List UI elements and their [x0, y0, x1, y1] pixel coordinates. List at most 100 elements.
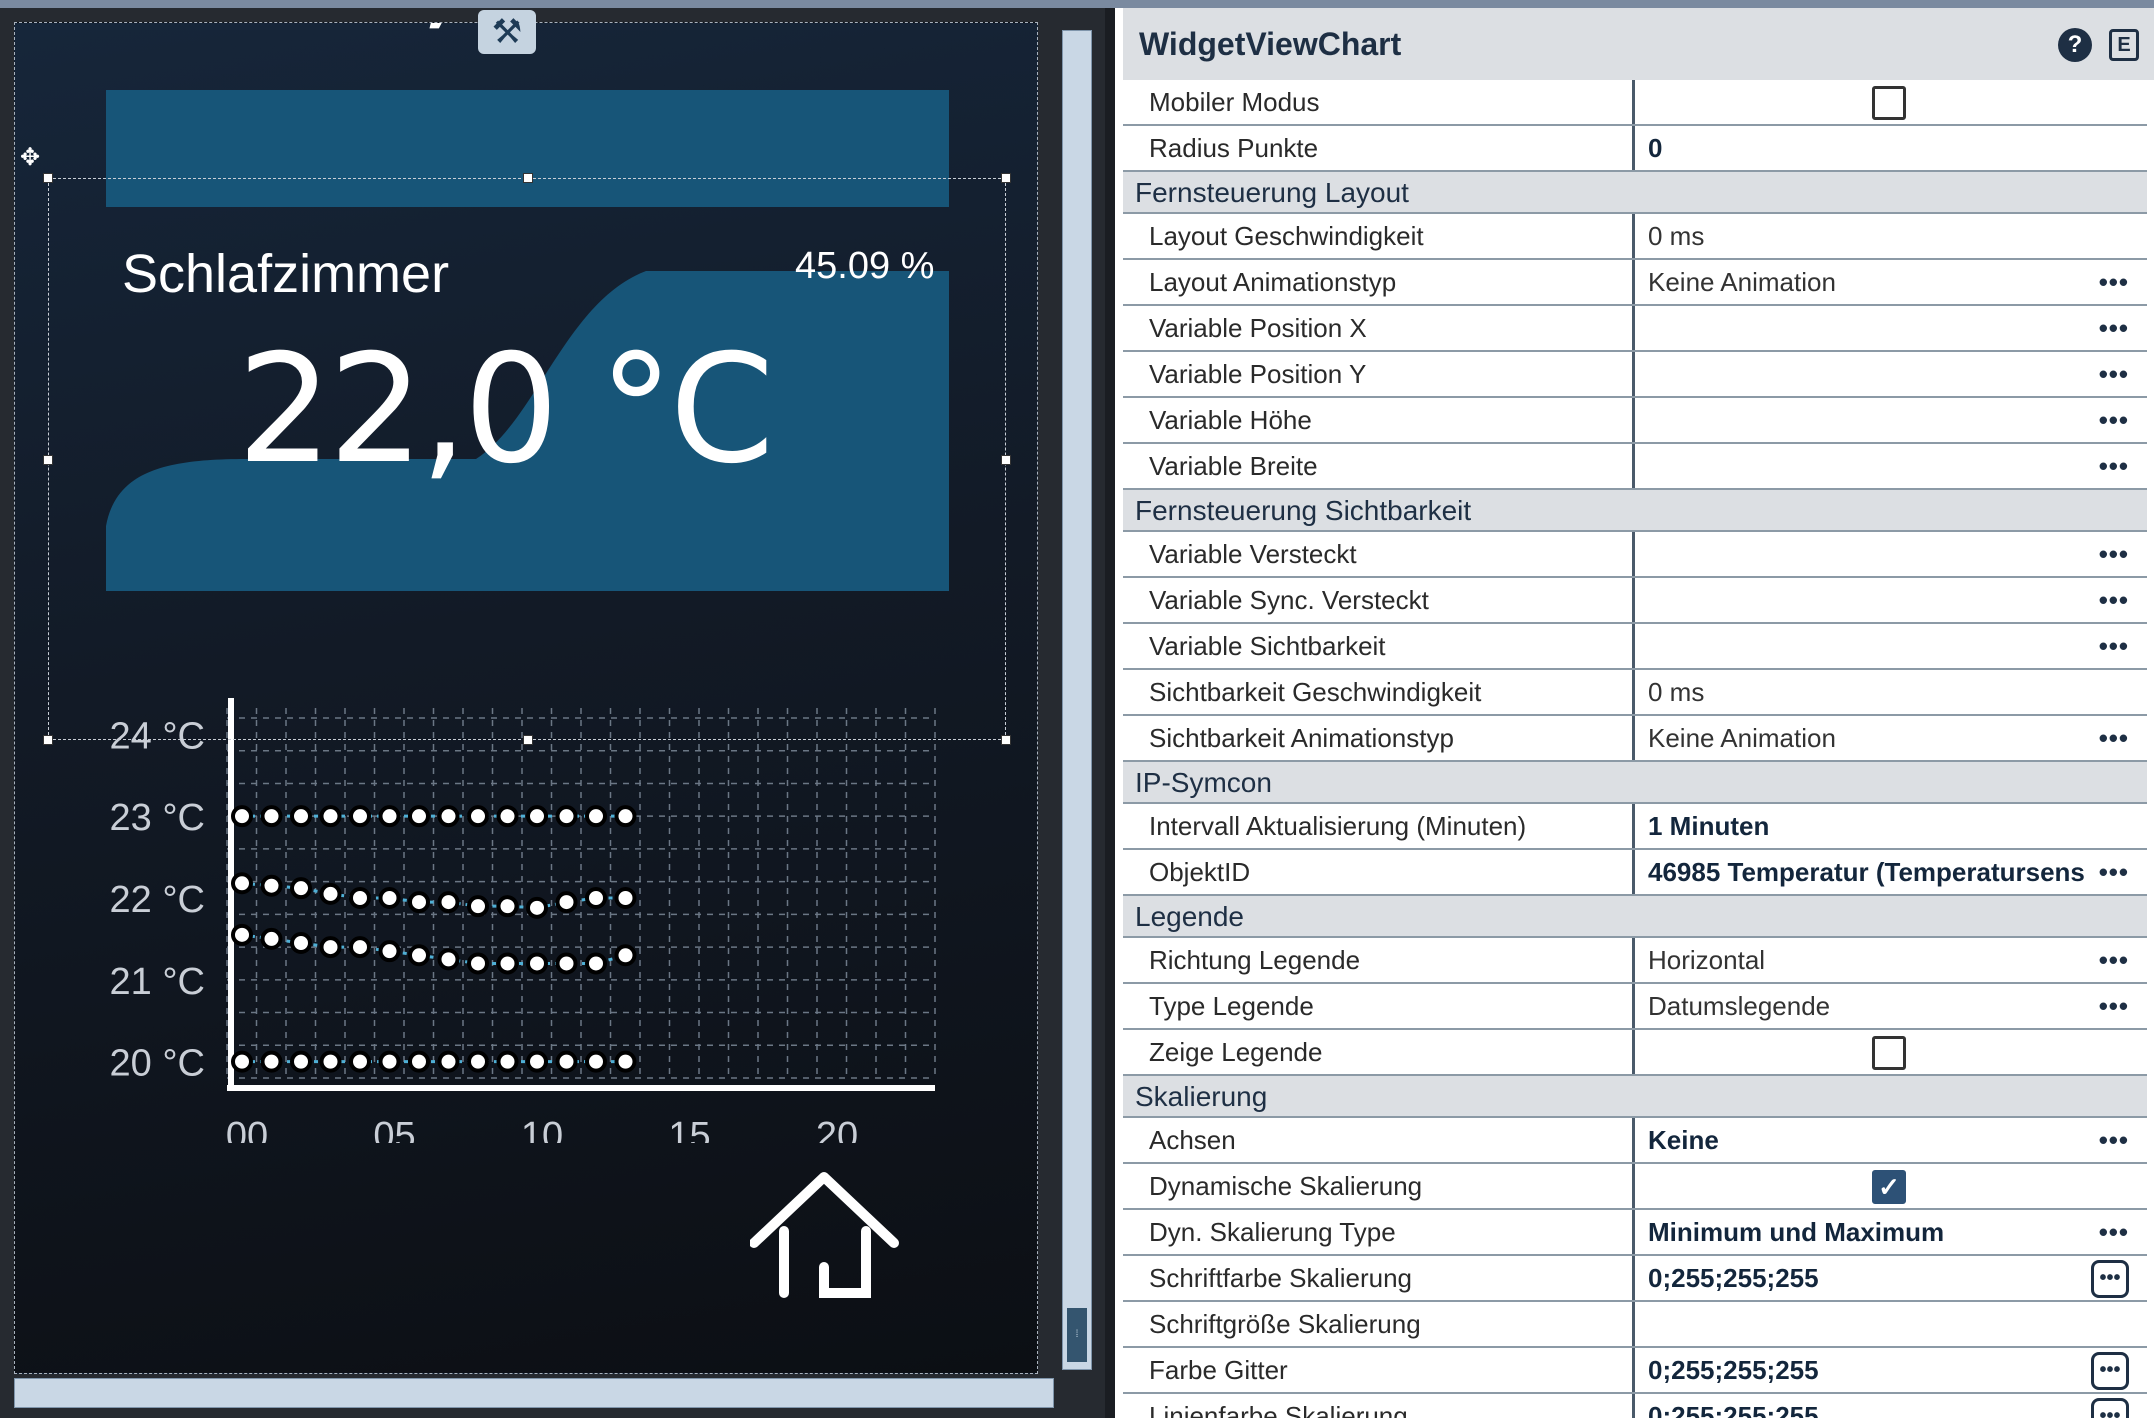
- property-value[interactable]: Keine Animation •••: [1635, 260, 2147, 304]
- data-point: [614, 1050, 637, 1073]
- more-options-icon[interactable]: •••: [2099, 1210, 2129, 1254]
- data-point: [585, 805, 607, 828]
- property-row-variable-breite[interactable]: Variable Breite •••: [1123, 444, 2147, 490]
- property-row-achsen[interactable]: Achsen Keine •••: [1123, 1118, 2147, 1164]
- more-options-icon[interactable]: •••: [2099, 716, 2129, 760]
- vertical-scrollbar[interactable]: [1062, 30, 1092, 1370]
- property-row-variable-sync-versteckt[interactable]: Variable Sync. Versteckt •••: [1123, 578, 2147, 624]
- property-value[interactable]: 0;255;255;255 •••: [1635, 1256, 2147, 1300]
- home-icon[interactable]: [750, 1171, 900, 1301]
- property-value[interactable]: [1635, 1030, 2147, 1074]
- more-options-icon[interactable]: •••: [2099, 444, 2129, 488]
- resize-handle-bl[interactable]: [43, 735, 53, 745]
- property-value[interactable]: •••: [1635, 306, 2147, 350]
- property-value[interactable]: •••: [1635, 444, 2147, 488]
- property-row-sichtbarkeit-geschwindigkeit[interactable]: Sichtbarkeit Geschwindigkeit 0 ms: [1123, 670, 2147, 716]
- property-value[interactable]: Keine •••: [1635, 1118, 2147, 1162]
- resize-handle-tl[interactable]: [43, 173, 53, 183]
- data-point: [437, 805, 460, 828]
- category-skalierung[interactable]: Skalierung: [1123, 1076, 2147, 1118]
- y-tick-label: 22 °C: [110, 879, 205, 921]
- move-handle-icon[interactable]: ✥: [16, 144, 44, 172]
- property-row-sichtbarkeit-animationstyp[interactable]: Sichtbarkeit Animationstyp Keine Animatio…: [1123, 716, 2147, 762]
- more-options-icon[interactable]: •••: [2099, 532, 2129, 576]
- color-picker-button[interactable]: •••: [2091, 1352, 2129, 1390]
- category-fernsteuerung-layout[interactable]: Fernsteuerung Layout: [1123, 172, 2147, 214]
- property-row-variable-sichtbarkeit[interactable]: Variable Sichtbarkeit •••: [1123, 624, 2147, 670]
- property-row-layout-animationstyp[interactable]: Layout Animationstyp Keine Animation •••: [1123, 260, 2147, 306]
- data-point: [319, 882, 342, 905]
- property-row-type-legende[interactable]: Type Legende Datumslegende •••: [1123, 984, 2147, 1030]
- help-icon[interactable]: ?: [2058, 28, 2092, 62]
- property-row-mobiler-modus[interactable]: Mobiler Modus: [1123, 80, 2147, 126]
- color-picker-button[interactable]: •••: [2091, 1260, 2129, 1298]
- panel-splitter[interactable]: [1105, 0, 1115, 1418]
- property-value[interactable]: ✓: [1635, 1164, 2147, 1208]
- more-options-icon[interactable]: •••: [2099, 850, 2129, 894]
- property-value[interactable]: 46985 Temperatur (Temperatursens •••: [1635, 850, 2147, 894]
- property-row-variable-höhe[interactable]: Variable Höhe •••: [1123, 398, 2147, 444]
- property-row-layout-geschwindigkeit[interactable]: Layout Geschwindigkeit 0 ms: [1123, 214, 2147, 260]
- vertical-scrollbar-thumb[interactable]: ⁞: [1065, 1306, 1089, 1364]
- color-picker-button[interactable]: •••: [2091, 1398, 2129, 1418]
- property-value[interactable]: Horizontal •••: [1635, 938, 2147, 982]
- resize-handle-br[interactable]: [1001, 735, 1011, 745]
- more-options-icon[interactable]: •••: [2099, 624, 2129, 668]
- property-row-zeige-legende[interactable]: Zeige Legende: [1123, 1030, 2147, 1076]
- more-options-icon[interactable]: •••: [2099, 984, 2129, 1028]
- resize-handle-ml[interactable]: [43, 455, 53, 465]
- property-row-richtung-legende[interactable]: Richtung Legende Horizontal •••: [1123, 938, 2147, 984]
- property-value[interactable]: 0;255;255;255 •••: [1635, 1394, 2147, 1418]
- property-value[interactable]: 0 ms: [1635, 214, 2147, 258]
- category-legende[interactable]: Legende: [1123, 896, 2147, 938]
- property-row-linienfarbe-skalierung[interactable]: Linienfarbe Skalierung 0;255;255;255 •••: [1123, 1394, 2147, 1418]
- property-value[interactable]: 1 Minuten: [1635, 804, 2147, 848]
- property-value[interactable]: 0: [1635, 126, 2147, 170]
- checkbox[interactable]: [1872, 86, 1906, 120]
- horizontal-scrollbar[interactable]: [14, 1378, 1054, 1408]
- property-value[interactable]: [1635, 80, 2147, 124]
- property-row-schriftgröße-skalierung[interactable]: Schriftgröße Skalierung: [1123, 1302, 2147, 1348]
- expand-icon[interactable]: E: [2109, 29, 2139, 61]
- property-row-variable-position-x[interactable]: Variable Position X •••: [1123, 306, 2147, 352]
- tools-icon[interactable]: ⚒: [478, 10, 536, 54]
- property-value[interactable]: Minimum und Maximum •••: [1635, 1210, 2147, 1254]
- property-row-farbe-gitter[interactable]: Farbe Gitter 0;255;255;255 •••: [1123, 1348, 2147, 1394]
- property-value[interactable]: Keine Animation •••: [1635, 716, 2147, 760]
- more-options-icon[interactable]: •••: [2099, 306, 2129, 350]
- y-tick-label: 21 °C: [110, 961, 205, 1003]
- property-value[interactable]: 0;255;255;255 •••: [1635, 1348, 2147, 1392]
- category-ip-symcon[interactable]: IP-Symcon: [1123, 762, 2147, 804]
- more-options-icon[interactable]: •••: [2099, 260, 2129, 304]
- selection-box[interactable]: [43, 173, 1011, 745]
- property-value[interactable]: 0 ms: [1635, 670, 2147, 714]
- resize-handle-tm[interactable]: [523, 173, 533, 183]
- property-value[interactable]: •••: [1635, 398, 2147, 442]
- more-options-icon[interactable]: •••: [2099, 398, 2129, 442]
- property-value[interactable]: •••: [1635, 532, 2147, 576]
- data-point: [231, 923, 253, 946]
- property-value[interactable]: [1635, 1302, 2147, 1346]
- checkbox[interactable]: [1872, 1036, 1906, 1070]
- property-row-dyn-skalierung-type[interactable]: Dyn. Skalierung Type Minimum und Maximum •…: [1123, 1210, 2147, 1256]
- property-row-variable-versteckt[interactable]: Variable Versteckt •••: [1123, 532, 2147, 578]
- property-value[interactable]: •••: [1635, 578, 2147, 622]
- property-row-radius-punkte[interactable]: Radius Punkte 0: [1123, 126, 2147, 172]
- checkbox-checked[interactable]: ✓: [1872, 1170, 1906, 1204]
- property-row-intervall-aktualisierung-minuten[interactable]: Intervall Aktualisierung (Minuten) 1 Minu…: [1123, 804, 2147, 850]
- property-row-variable-position-y[interactable]: Variable Position Y •••: [1123, 352, 2147, 398]
- resize-handle-bm[interactable]: [523, 735, 533, 745]
- more-options-icon[interactable]: •••: [2099, 938, 2129, 982]
- property-value[interactable]: •••: [1635, 624, 2147, 668]
- property-value[interactable]: Datumslegende •••: [1635, 984, 2147, 1028]
- more-options-icon[interactable]: •••: [2099, 352, 2129, 396]
- property-row-schriftfarbe-skalierung[interactable]: Schriftfarbe Skalierung 0;255;255;255 •••: [1123, 1256, 2147, 1302]
- resize-handle-mr[interactable]: [1001, 455, 1011, 465]
- more-options-icon[interactable]: •••: [2099, 1118, 2129, 1162]
- property-row-objektid[interactable]: ObjektID 46985 Temperatur (Temperatursens…: [1123, 850, 2147, 896]
- property-value[interactable]: •••: [1635, 352, 2147, 396]
- more-options-icon[interactable]: •••: [2099, 578, 2129, 622]
- category-fernsteuerung-sichtbarkeit[interactable]: Fernsteuerung Sichtbarkeit: [1123, 490, 2147, 532]
- resize-handle-tr[interactable]: [1001, 173, 1011, 183]
- property-row-dynamische-skalierung[interactable]: Dynamische Skalierung ✓: [1123, 1164, 2147, 1210]
